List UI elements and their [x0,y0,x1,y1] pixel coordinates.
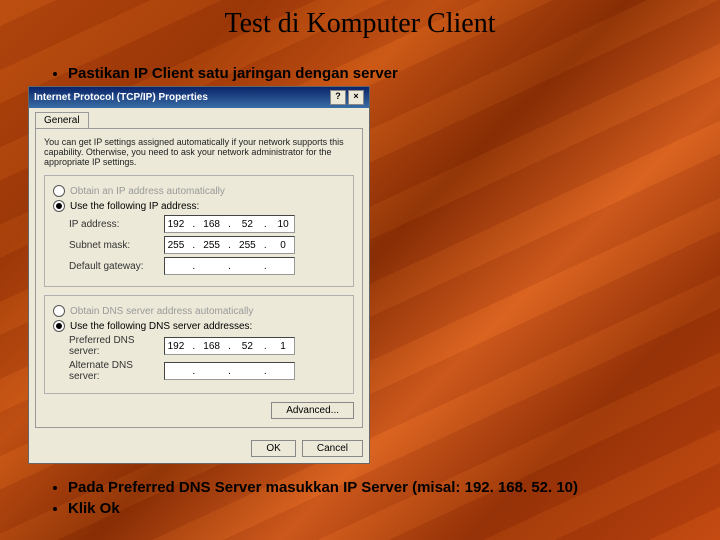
label-default-gateway: Default gateway: [69,261,164,272]
pref-o3: 52 [238,341,256,352]
bullet-1: Pastikan IP Client satu jaringan dengan … [68,65,700,82]
label-alternate-dns: Alternate DNS server: [69,360,164,382]
mask-o3: 255 [238,240,256,251]
label-subnet-mask: Subnet mask: [69,240,164,251]
tcpip-properties-dialog: Internet Protocol (TCP/IP) Properties ? … [28,86,370,464]
pref-o2: 168 [203,341,221,352]
ip-o1: 192 [167,219,185,230]
radio-dns-manual-label: Use the following DNS server addresses: [70,321,252,332]
input-ip-address[interactable]: 192. 168. 52. 10 [164,215,295,233]
radio-dns-manual[interactable] [53,320,65,332]
ip-fieldset: Obtain an IP address automatically Use t… [44,175,354,287]
mask-o2: 255 [203,240,221,251]
top-bullets: Pastikan IP Client satu jaringan dengan … [28,65,700,86]
label-ip-address: IP address: [69,219,164,230]
radio-dns-auto[interactable] [53,305,65,317]
input-subnet-mask[interactable]: 255. 255. 255. 0 [164,236,295,254]
ip-o2: 168 [203,219,221,230]
cancel-button[interactable]: Cancel [302,440,363,457]
mask-o4: 0 [274,240,292,251]
slide-title: Test di Komputer Client [0,8,720,40]
dialog-description: You can get IP settings assigned automat… [44,137,354,167]
radio-ip-manual-label: Use the following IP address: [70,201,199,212]
tab-general[interactable]: General [35,112,89,128]
ip-o3: 52 [238,219,256,230]
radio-dns-auto-label: Obtain DNS server address automatically [70,306,253,317]
label-preferred-dns: Preferred DNS server: [69,335,164,357]
pref-o1: 192 [167,341,185,352]
dialog-titlebar: Internet Protocol (TCP/IP) Properties ? … [29,87,369,108]
mask-o1: 255 [167,240,185,251]
input-alternate-dns[interactable]: . . . [164,362,295,380]
radio-ip-auto[interactable] [53,185,65,197]
advanced-button[interactable]: Advanced... [271,402,354,419]
help-button[interactable]: ? [330,90,346,105]
bullet-3: Klik Ok [68,500,700,517]
close-button[interactable]: × [348,90,364,105]
ip-o4: 10 [274,219,292,230]
radio-ip-manual[interactable] [53,200,65,212]
input-preferred-dns[interactable]: 192. 168. 52. 1 [164,337,295,355]
dns-fieldset: Obtain DNS server address automatically … [44,295,354,394]
radio-ip-auto-label: Obtain an IP address automatically [70,186,225,197]
dialog-title: Internet Protocol (TCP/IP) Properties [34,92,208,103]
ok-button[interactable]: OK [251,440,295,457]
pref-o4: 1 [274,341,292,352]
bullet-2: Pada Preferred DNS Server masukkan IP Se… [68,479,700,496]
input-default-gateway[interactable]: . . . [164,257,295,275]
bottom-bullets: Pada Preferred DNS Server masukkan IP Se… [28,479,700,521]
